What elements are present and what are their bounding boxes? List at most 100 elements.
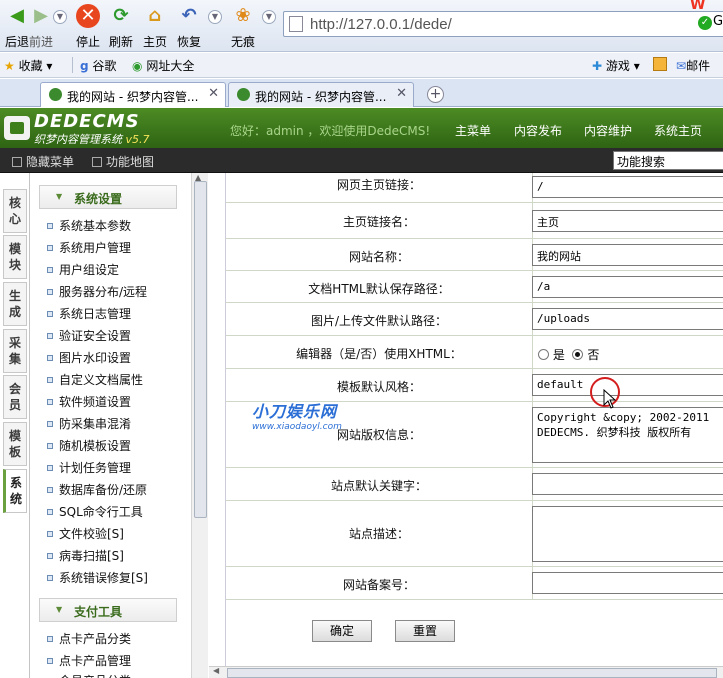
description-textarea[interactable] bbox=[532, 506, 723, 562]
tab-2[interactable]: 我的网站 - 织梦内容管... ✕ bbox=[228, 82, 414, 107]
form-row: 文档HTML默认保存路径： /a bbox=[226, 271, 723, 303]
vertical-tabs: 核心 模块 生成 采集 会员 模板 系统 bbox=[0, 173, 30, 678]
close-tab-icon[interactable]: ✕ bbox=[208, 86, 219, 101]
menu-item[interactable]: 软件频道设置 bbox=[47, 393, 131, 410]
undo-icon: ↶ bbox=[181, 5, 197, 26]
note-icon bbox=[653, 57, 667, 71]
menu-item[interactable]: 系统用户管理 bbox=[47, 239, 131, 256]
menu-item[interactable]: 数据库备份/还原 bbox=[47, 481, 147, 498]
keywords-input[interactable] bbox=[532, 473, 723, 495]
menu-item[interactable]: 自定义文档属性 bbox=[47, 371, 143, 388]
form-row: 编辑器（是/否）使用XHTML： 是 否 bbox=[226, 336, 723, 369]
topnav-maintain[interactable]: 内容维护 bbox=[584, 122, 632, 139]
form-row: 图片/上传文件默认路径： /uploads bbox=[226, 303, 723, 336]
incognito-dropdown[interactable]: ▼ bbox=[262, 10, 276, 24]
scrollbar-thumb[interactable] bbox=[227, 668, 717, 678]
topnav-main-menu[interactable]: 主菜单 bbox=[455, 122, 491, 139]
history-dropdown[interactable]: ▼ bbox=[53, 10, 67, 24]
menu-scrollbar[interactable]: ▲ bbox=[191, 173, 208, 678]
mail-icon: ✉ bbox=[676, 59, 687, 73]
func-map-button[interactable]: 功能地图 bbox=[92, 153, 154, 170]
new-tab-icon[interactable]: + bbox=[427, 86, 444, 103]
vtab-module[interactable]: 模块 bbox=[3, 235, 27, 279]
topnav-publish[interactable]: 内容发布 bbox=[514, 122, 562, 139]
favorites-games[interactable]: ✚ 游戏 ▾ bbox=[592, 57, 640, 74]
menu-item[interactable]: 系统日志管理 bbox=[47, 305, 131, 322]
favorites-mail[interactable]: ✉邮件 bbox=[676, 57, 710, 74]
icp-input[interactable] bbox=[532, 572, 723, 594]
menu-head-pay[interactable]: 支付工具 bbox=[39, 598, 177, 622]
google-icon: g bbox=[80, 59, 89, 73]
menu-item[interactable]: 服务器分布/远程 bbox=[47, 283, 147, 300]
refresh-button[interactable]: ⟳ 刷新 bbox=[104, 4, 138, 49]
vtab-core[interactable]: 核心 bbox=[3, 189, 27, 233]
watermark: 小刀娱乐网 www.xiaodaoyl.com bbox=[252, 402, 342, 432]
html-path-input[interactable]: /a bbox=[532, 276, 723, 298]
vtab-template[interactable]: 模板 bbox=[3, 422, 27, 466]
go-icon[interactable]: ✓ bbox=[698, 16, 712, 30]
address-bar[interactable]: http://127.0.0.1/dede/ bbox=[283, 11, 723, 37]
home-url-input[interactable]: / bbox=[532, 176, 723, 198]
menu-item[interactable]: 会员产品分类 bbox=[47, 672, 131, 678]
menu-item[interactable]: 点卡产品分类 bbox=[47, 630, 131, 647]
home-name-input[interactable]: 主页 bbox=[532, 210, 723, 232]
content-h-scrollbar[interactable]: ◀ bbox=[209, 666, 723, 678]
menu-item[interactable]: 系统错误修复[S] bbox=[47, 569, 148, 586]
menu-item[interactable]: 图片水印设置 bbox=[47, 349, 131, 366]
site-name-input[interactable]: 我的网站 bbox=[532, 244, 723, 266]
browser-logo: W bbox=[690, 0, 706, 13]
home-button[interactable]: ⌂ 主页 bbox=[138, 4, 172, 49]
vtab-generate[interactable]: 生成 bbox=[3, 282, 27, 326]
tab-1[interactable]: 我的网站 - 织梦内容管... ✕ bbox=[40, 82, 226, 107]
favorites-google[interactable]: g 谷歌 bbox=[80, 57, 116, 74]
restore-dropdown[interactable]: ▼ bbox=[208, 10, 222, 24]
forward-arrow-icon: ▶ bbox=[34, 5, 48, 26]
incognito-button[interactable]: ❀ 无痕 bbox=[226, 4, 260, 49]
topnav-home[interactable]: 系统主页 bbox=[654, 122, 702, 139]
restore-button[interactable]: ↶ 恢复 bbox=[172, 4, 206, 49]
confirm-button[interactable]: 确定 bbox=[312, 620, 372, 642]
hide-menu-button[interactable]: 隐藏菜单 bbox=[12, 153, 74, 170]
menu-panel: 系统设置 系统基本参数 系统用户管理 用户组设定 服务器分布/远程 系统日志管理… bbox=[31, 173, 191, 678]
xhtml-yes-radio[interactable] bbox=[538, 349, 549, 360]
vtab-collect[interactable]: 采集 bbox=[3, 329, 27, 373]
cms-header: DEDECMS 织梦内容管理系统 v5.7 您好：admin ，欢迎使用Dede… bbox=[0, 108, 723, 148]
reset-button[interactable]: 重置 bbox=[395, 620, 455, 642]
tab-bar: 我的网站 - 织梦内容管... ✕ 我的网站 - 织梦内容管... ✕ bbox=[0, 79, 723, 178]
gutter bbox=[209, 173, 225, 678]
menu-item[interactable]: 病毒扫描[S] bbox=[47, 547, 124, 564]
menu-item[interactable]: 防采集串混淆 bbox=[47, 415, 131, 432]
xhtml-no-radio[interactable] bbox=[572, 349, 584, 360]
scroll-left-icon[interactable]: ◀ bbox=[213, 666, 219, 675]
go-label[interactable]: G bbox=[713, 14, 723, 29]
scrollbar-thumb[interactable] bbox=[194, 181, 207, 518]
menu-item[interactable]: 系统基本参数 bbox=[47, 217, 131, 234]
browser-toolbar: ◀ 后退 ▶ 前进 ▼ ✕ 停止 ⟳ 刷新 ⌂ 主页 ↶ 恢复 ▼ ❀ 无痕 ▼… bbox=[0, 0, 723, 52]
stop-button[interactable]: ✕ 停止 bbox=[71, 4, 105, 49]
menu-item[interactable]: 点卡产品管理 bbox=[47, 652, 131, 669]
copyright-textarea[interactable]: Copyright &copy; 2002-2011 DEDECMS. 织梦科技… bbox=[532, 407, 723, 463]
vtab-member[interactable]: 会员 bbox=[3, 375, 27, 419]
cms-logo: DEDECMS bbox=[34, 111, 140, 132]
menu-item[interactable]: 验证安全设置 bbox=[47, 327, 131, 344]
template-style-input[interactable]: default bbox=[532, 374, 723, 396]
cms-logo-sub: 织梦内容管理系统 v5.7 bbox=[34, 133, 150, 146]
menu-item[interactable]: 文件校验[S] bbox=[47, 525, 124, 542]
menu-head-system[interactable]: 系统设置 bbox=[39, 185, 177, 209]
menu-item[interactable]: SQL命令行工具 bbox=[47, 503, 143, 520]
refresh-icon: ⟳ bbox=[113, 5, 129, 26]
forward-button[interactable]: ▶ 前进 bbox=[24, 4, 58, 49]
close-tab-icon[interactable]: ✕ bbox=[396, 86, 407, 101]
hide-menu-icon bbox=[12, 157, 22, 167]
func-search-input[interactable]: 功能搜索 bbox=[613, 151, 723, 170]
xhtml-radio-group: 是 否 bbox=[538, 346, 599, 363]
menu-item[interactable]: 随机模板设置 bbox=[47, 437, 131, 454]
upload-path-input[interactable]: /uploads bbox=[532, 308, 723, 330]
vtab-system[interactable]: 系统 bbox=[3, 469, 27, 513]
favorites-note[interactable] bbox=[653, 57, 667, 74]
menu-item[interactable]: 用户组设定 bbox=[47, 261, 119, 278]
favorites-sites[interactable]: ◉ 网址大全 bbox=[132, 57, 194, 74]
sites-icon: ◉ bbox=[132, 59, 143, 73]
favorites-collect[interactable]: ★ 收藏 ▾ bbox=[4, 57, 52, 74]
menu-item[interactable]: 计划任务管理 bbox=[47, 459, 131, 476]
